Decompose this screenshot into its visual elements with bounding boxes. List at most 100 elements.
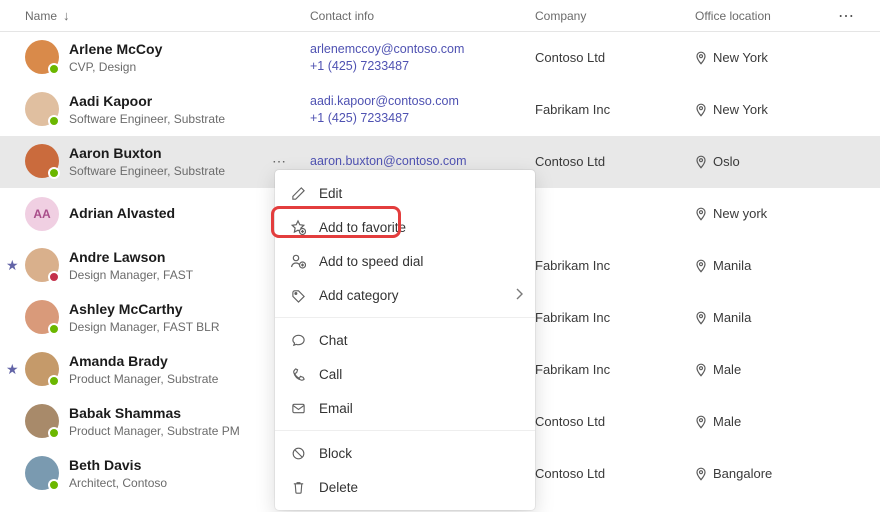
phone-icon xyxy=(289,367,307,382)
contact-name: Aadi Kapoor xyxy=(69,92,225,111)
table-row[interactable]: Aadi KapoorSoftware Engineer, Substratea… xyxy=(0,84,880,136)
contact-name: Adrian Alvasted xyxy=(69,204,175,223)
location-pin-icon xyxy=(695,467,707,481)
contact-name: Beth Davis xyxy=(69,456,167,475)
office-text: New York xyxy=(713,102,768,117)
presence-badge xyxy=(48,167,60,179)
contact-info-cell: aadi.kapoor@contoso.com+1 (425) 7233487 xyxy=(310,93,535,127)
avatar[interactable] xyxy=(25,92,59,126)
office-text: Male xyxy=(713,362,741,377)
table-header-more-icon[interactable]: ⋯ xyxy=(831,6,855,26)
tag-icon xyxy=(289,288,307,303)
company-cell: Contoso Ltd xyxy=(535,414,695,429)
person-add-icon xyxy=(289,253,307,269)
table-header: Name ↓ Contact info Company Office locat… xyxy=(0,0,880,32)
office-text: Manila xyxy=(713,310,751,325)
office-cell: Bangalore xyxy=(695,466,855,481)
company-cell: Contoso Ltd xyxy=(535,466,695,481)
location-pin-icon xyxy=(695,311,707,325)
avatar[interactable] xyxy=(25,144,59,178)
avatar[interactable] xyxy=(25,40,59,74)
presence-badge xyxy=(48,115,60,127)
office-cell: Manila xyxy=(695,258,855,273)
office-text: New York xyxy=(713,50,768,65)
person-cell: Arlene McCoyCVP, Design xyxy=(25,40,310,75)
avatar[interactable]: AA xyxy=(25,197,59,231)
contact-phone[interactable]: +1 (425) 7233487 xyxy=(310,58,535,75)
company-cell: Fabrikam Inc xyxy=(535,362,695,377)
avatar[interactable] xyxy=(25,248,59,282)
contact-title: Product Manager, Substrate PM xyxy=(69,423,240,439)
menu-item-add-speed-dial[interactable]: Add to speed dial xyxy=(275,244,535,278)
pencil-icon xyxy=(289,186,307,201)
menu-item-edit[interactable]: Edit xyxy=(275,176,535,210)
office-cell: Manila xyxy=(695,310,855,325)
presence-badge xyxy=(48,427,60,439)
menu-item-add-category[interactable]: Add category xyxy=(275,278,535,312)
favorite-star-icon: ★ xyxy=(6,257,19,274)
contact-name: Babak Shammas xyxy=(69,404,240,423)
person-cell: Babak ShammasProduct Manager, Substrate … xyxy=(25,404,310,439)
block-icon xyxy=(289,446,307,461)
company-cell: Fabrikam Inc xyxy=(535,258,695,273)
office-text: Oslo xyxy=(713,154,740,169)
contact-name: Ashley McCarthy xyxy=(69,300,220,319)
person-cell: Aaron BuxtonSoftware Engineer, Substrate xyxy=(25,144,310,179)
contact-name: Arlene McCoy xyxy=(69,40,162,59)
presence-badge xyxy=(48,323,60,335)
person-cell: Andre LawsonDesign Manager, FAST xyxy=(25,248,310,283)
avatar[interactable] xyxy=(25,404,59,438)
column-header-name[interactable]: Name ↓ xyxy=(25,8,310,23)
location-pin-icon xyxy=(695,51,707,65)
contact-title: Product Manager, Substrate xyxy=(69,371,218,387)
chat-icon xyxy=(289,333,307,348)
contact-title: Software Engineer, Substrate xyxy=(69,163,225,179)
presence-badge xyxy=(48,63,60,75)
contact-email[interactable]: aaron.buxton@contoso.com xyxy=(310,153,535,170)
avatar[interactable] xyxy=(25,352,59,386)
chevron-right-icon xyxy=(515,288,523,303)
menu-item-block[interactable]: Block xyxy=(275,436,535,470)
menu-separator xyxy=(275,430,535,431)
mail-icon xyxy=(289,401,307,416)
contact-name: Amanda Brady xyxy=(69,352,218,371)
contact-info-cell: aaron.buxton@contoso.com xyxy=(310,153,535,170)
contact-email[interactable]: aadi.kapoor@contoso.com xyxy=(310,93,535,110)
avatar[interactable] xyxy=(25,300,59,334)
table-row[interactable]: Arlene McCoyCVP, Designarlenemccoy@conto… xyxy=(0,32,880,84)
presence-badge xyxy=(48,271,60,283)
contact-name: Andre Lawson xyxy=(69,248,193,267)
office-cell: Male xyxy=(695,414,855,429)
company-cell: Fabrikam Inc xyxy=(535,102,695,117)
contact-name: Aaron Buxton xyxy=(69,144,225,163)
company-cell: Contoso Ltd xyxy=(535,154,695,169)
column-header-contact[interactable]: Contact info xyxy=(310,9,535,23)
location-pin-icon xyxy=(695,363,707,377)
company-cell: Contoso Ltd xyxy=(535,50,695,65)
location-pin-icon xyxy=(695,207,707,221)
person-cell: Aadi KapoorSoftware Engineer, Substrate xyxy=(25,92,310,127)
office-text: Bangalore xyxy=(713,466,772,481)
favorite-star-icon: ★ xyxy=(6,361,19,378)
contact-phone[interactable]: +1 (425) 7233487 xyxy=(310,110,535,127)
office-text: New york xyxy=(713,206,767,221)
avatar[interactable] xyxy=(25,456,59,490)
menu-item-email[interactable]: Email xyxy=(275,391,535,425)
contact-title: CVP, Design xyxy=(69,59,162,75)
column-header-office[interactable]: Office location xyxy=(695,9,831,23)
office-cell: New York xyxy=(695,50,855,65)
sort-arrow-down-icon: ↓ xyxy=(63,8,70,23)
menu-separator xyxy=(275,317,535,318)
menu-item-add-favorite[interactable]: Add to favorite xyxy=(275,210,535,244)
contact-title: Architect, Contoso xyxy=(69,475,167,491)
menu-item-call[interactable]: Call xyxy=(275,357,535,391)
row-more-icon[interactable]: ⋯ xyxy=(272,153,287,170)
menu-item-chat[interactable]: Chat xyxy=(275,323,535,357)
company-cell: Fabrikam Inc xyxy=(535,310,695,325)
menu-item-delete[interactable]: Delete xyxy=(275,470,535,504)
contact-email[interactable]: arlenemccoy@contoso.com xyxy=(310,41,535,58)
office-text: Male xyxy=(713,414,741,429)
location-pin-icon xyxy=(695,155,707,169)
column-header-company[interactable]: Company xyxy=(535,9,695,23)
trash-icon xyxy=(289,480,307,495)
